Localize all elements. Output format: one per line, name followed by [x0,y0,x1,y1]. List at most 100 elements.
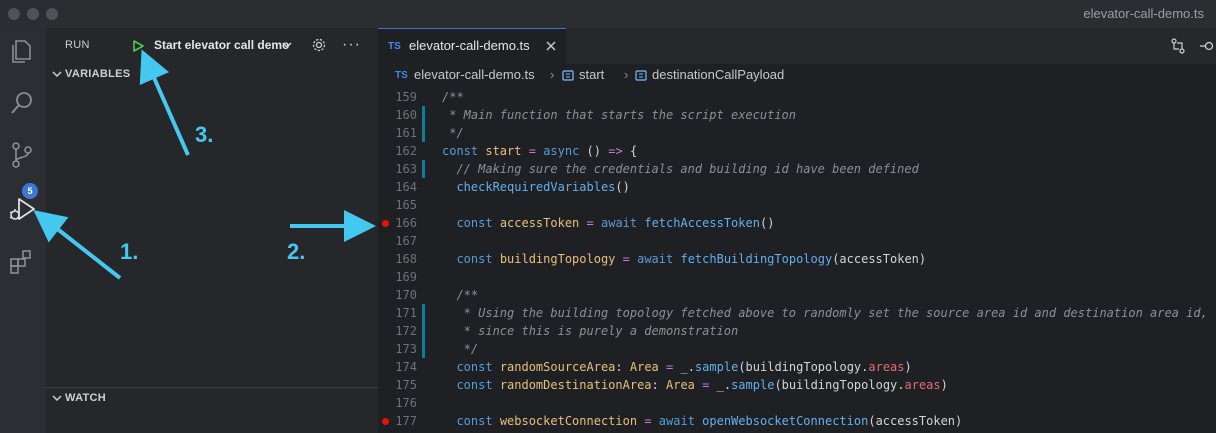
line-number: 166 [395,216,417,230]
code-text: * since this is purely a demonstration [442,324,739,338]
modified-line-marker [422,106,425,124]
code-line[interactable]: 168 const buildingTopology = await fetch… [378,250,1216,268]
editor: TS elevator-call-demo.ts TS elevator-cal… [378,28,1216,433]
code-text: const start = async () => { [442,144,638,158]
typescript-icon: TS [395,70,408,81]
title-bar: elevator-call-demo.ts [0,0,1216,28]
line-number: 159 [395,90,417,104]
line-number: 172 [395,324,417,338]
line-number: 176 [395,396,417,410]
line-number: 171 [395,306,417,320]
annotation-label-1: 1. [120,239,139,264]
line-number: 174 [395,360,417,374]
line-number: 177 [395,414,417,428]
launch-config-select[interactable]: Start elevator call demo [154,38,289,52]
variable-symbol-icon [562,70,574,81]
code-line[interactable]: 169 [378,268,1216,286]
search-icon[interactable] [7,88,37,118]
code-line[interactable]: 163 // Making sure the credentials and b… [378,160,1216,178]
code-line[interactable]: 161 */ [378,124,1216,142]
code-line[interactable]: 175 const randomDestinationArea: Area = … [378,376,1216,394]
close-window-button[interactable] [8,8,20,20]
timeline-icon[interactable] [1200,38,1216,54]
gear-icon[interactable] [311,37,327,53]
code-line[interactable]: 166 const accessToken = await fetchAcces… [378,214,1216,232]
code-line[interactable]: 159 /** [378,88,1216,106]
code-line[interactable]: 174 const randomSourceArea: Area = _.sam… [378,358,1216,376]
modified-line-marker [422,124,425,142]
variables-label: VARIABLES [65,68,131,80]
code-line[interactable]: 160 * Main function that starts the scri… [378,106,1216,124]
code-text: */ [442,126,464,140]
code-text: const accessToken = await fetchAccessTok… [456,216,775,230]
line-number: 168 [395,252,417,266]
line-number: 164 [395,180,417,194]
files-icon[interactable] [7,36,37,66]
start-debugging-play-icon[interactable] [132,40,144,52]
code-text: const randomDestinationArea: Area = _.sa… [456,378,948,392]
code-text: /** [442,288,479,302]
chevron-down-icon [52,395,62,402]
breadcrumb: TS elevator-call-demo.ts › start › desti… [378,64,1216,86]
close-icon[interactable] [545,40,557,52]
run-label: RUN [65,39,90,51]
source-control-icon[interactable] [7,140,37,170]
tab-elevator-call-demo[interactable]: TS elevator-call-demo.ts [378,28,566,64]
activity-bar: 5 [0,28,46,433]
code-text: checkRequiredVariables() [456,180,630,194]
run-header: RUN Start elevator call demo ··· [46,28,378,64]
code-text: /** [442,90,464,104]
run-debug-sidebar: RUN Start elevator call demo ··· VARIABL… [46,28,378,433]
code-line[interactable]: 167 [378,232,1216,250]
code-line[interactable]: 171 * Using the building topology fetche… [378,304,1216,322]
annotation-label-2: 2. [287,239,306,264]
typescript-icon: TS [388,41,401,52]
more-actions-icon[interactable]: ··· [342,36,361,54]
breadcrumb-separator-icon: › [624,67,629,82]
chevron-down-icon[interactable] [282,41,292,49]
code-text: // Making sure the credentials and build… [442,162,919,176]
code-line[interactable]: 176 [378,394,1216,412]
watch-section-header[interactable]: WATCH [46,388,378,410]
window-title: elevator-call-demo.ts [1083,6,1204,21]
breadcrumb-separator-icon: › [550,67,555,82]
modified-line-marker [422,340,425,358]
run-debug-icon[interactable] [7,194,37,224]
code-line[interactable]: 164 checkRequiredVariables() [378,178,1216,196]
minimize-window-button[interactable] [27,8,39,20]
extensions-icon[interactable] [7,246,37,276]
code-line[interactable]: 170 /** [378,286,1216,304]
code-line[interactable]: 165 [378,196,1216,214]
code-text: * Using the building topology fetched ab… [442,306,1208,320]
variables-section-header[interactable]: VARIABLES [46,64,378,86]
code-line[interactable]: 177 const websocketConnection = await op… [378,412,1216,430]
breadcrumb-symbol-start[interactable]: start [579,67,604,82]
breadcrumb-symbol-payload[interactable]: destinationCallPayload [652,67,784,82]
chevron-down-icon [52,71,62,78]
breadcrumb-file[interactable]: elevator-call-demo.ts [414,67,535,82]
line-number: 169 [395,270,417,284]
open-changes-icon[interactable] [1170,38,1186,54]
line-number: 167 [395,234,417,248]
code-text: const randomSourceArea: Area = _.sample(… [456,360,912,374]
line-number: 162 [395,144,417,158]
code-text: const buildingTopology = await fetchBuil… [456,252,927,266]
annotation-label-3: 3. [195,122,214,147]
modified-line-marker [422,304,425,322]
maximize-window-button[interactable] [46,8,58,20]
code-text: */ [442,342,479,356]
code-line[interactable]: 173 */ [378,340,1216,358]
code-text: const websocketConnection = await openWe… [456,414,963,428]
tab-label: elevator-call-demo.ts [409,38,530,53]
line-number: 165 [395,198,417,212]
modified-line-marker [422,160,425,178]
tab-bar: TS elevator-call-demo.ts [378,28,1216,64]
code-line[interactable]: 162 const start = async () => { [378,142,1216,160]
code-line[interactable]: 172 * since this is purely a demonstrati… [378,322,1216,340]
line-number: 161 [395,126,417,140]
code-area[interactable]: 159 /** 160 * Main function that starts th… [378,88,1216,433]
modified-line-marker [422,322,425,340]
line-number: 170 [395,288,417,302]
watch-label: WATCH [65,392,107,404]
line-number: 175 [395,378,417,392]
